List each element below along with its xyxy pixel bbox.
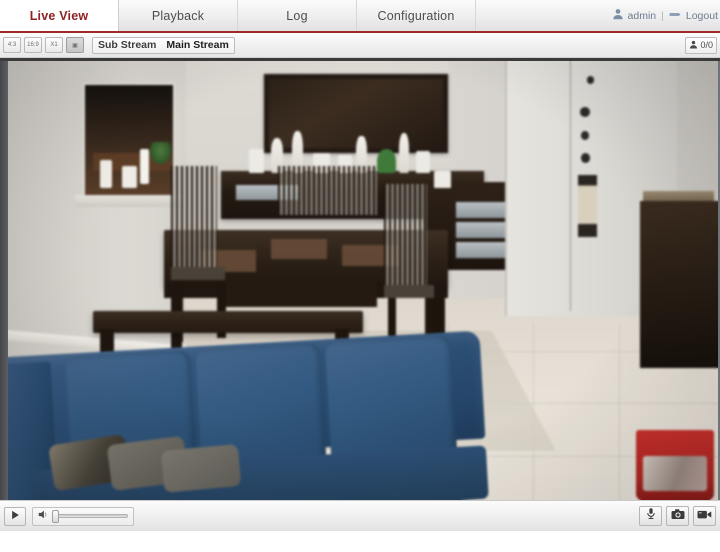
tab-log[interactable]: Log: [238, 0, 357, 31]
tab-live-view-label: Live View: [29, 8, 89, 23]
tab-playback-label: Playback: [151, 8, 205, 23]
dining-chair-seat-left: [171, 267, 225, 281]
speaker-icon[interactable]: [38, 507, 49, 525]
tab-playback[interactable]: Playback: [119, 0, 238, 31]
account-separator: |: [661, 9, 664, 22]
user-icon: [612, 8, 624, 23]
top-navigation-bar: Live View Playback Log Configuration adm…: [0, 0, 720, 33]
throw-pillow-grey: [161, 444, 242, 494]
camera-scene: [8, 61, 718, 500]
main-stream-button[interactable]: Main Stream: [161, 38, 233, 53]
video-frame-top-edge: [0, 58, 720, 61]
basket-contents: [643, 456, 708, 492]
dining-chair-back-far: [277, 166, 378, 215]
sideboard-item: [434, 170, 452, 189]
volume-control[interactable]: [32, 506, 134, 526]
dark-cabinet: [639, 201, 718, 369]
aspect-x1-label: X1: [50, 42, 58, 48]
dining-chair-back-right: [384, 183, 427, 290]
nav-spacer: [476, 0, 612, 31]
volume-slider-thumb[interactable]: [52, 510, 59, 523]
logout-label[interactable]: Logout: [686, 10, 718, 22]
toolbar-right-group: 0/0: [685, 36, 717, 54]
viewer-count-value: 0/0: [700, 40, 713, 50]
sideboard-bottle: [398, 133, 410, 173]
sideboard-item: [249, 148, 264, 173]
live-view-page: Live View Playback Log Configuration adm…: [0, 0, 720, 552]
current-user-label: admin: [627, 9, 657, 22]
counter-item: [121, 166, 138, 189]
counter-plant: [150, 142, 172, 165]
sub-stream-button[interactable]: Sub Stream: [93, 38, 161, 53]
account-area: admin | Logout: [611, 0, 720, 31]
tab-log-label: Log: [286, 8, 308, 23]
floor-tile-line: [618, 324, 620, 500]
aspect-fit-button[interactable]: ▣: [66, 37, 84, 53]
dining-chair-seat-right: [384, 284, 434, 299]
stream-selector: Sub Stream Main Stream: [92, 36, 235, 54]
door-latch-icon: [586, 76, 595, 84]
tab-live-view[interactable]: Live View: [0, 0, 119, 31]
table-stretcher: [221, 280, 378, 307]
viewer-count-button[interactable]: 0/0: [685, 36, 717, 54]
stream-toolbar: 4:3 16:9 X1 ▣ Sub Stream Main Stream 0/0: [0, 33, 720, 58]
nav-tabs: Live View Playback Log Configuration: [0, 0, 476, 31]
tab-configuration-label: Configuration: [377, 8, 455, 23]
aspect-16-9-label: 16:9: [27, 42, 39, 48]
camera-icon: [671, 507, 685, 525]
dining-chair-back-left: [171, 166, 218, 272]
logout-icon[interactable]: [669, 9, 682, 23]
snapshot-button[interactable]: [666, 506, 689, 526]
placemat: [270, 238, 328, 259]
door-seam: [570, 61, 572, 312]
pass-through-sill: [75, 194, 182, 208]
aspect-fit-icon: ▣: [72, 42, 78, 49]
door-knob: [580, 153, 591, 163]
video-viewport[interactable]: [0, 58, 720, 500]
tab-configuration[interactable]: Configuration: [357, 0, 476, 31]
door-hanging-decoration: [578, 175, 597, 237]
counter-bottle: [100, 159, 112, 189]
sectional-sofa: [8, 320, 489, 500]
aspect-x1-button[interactable]: X1: [45, 37, 63, 53]
sideboard-plant: [377, 148, 396, 173]
record-button[interactable]: [693, 506, 716, 526]
user-count-icon: [689, 40, 698, 51]
door-knob: [580, 107, 591, 117]
video-left-edge: [0, 58, 8, 500]
play-icon: [11, 507, 20, 525]
microphone-icon: [645, 507, 657, 525]
microphone-button[interactable]: [639, 506, 662, 526]
volume-slider-track[interactable]: [52, 510, 128, 523]
playback-control-bar: [0, 500, 720, 531]
media-action-buttons: [639, 506, 716, 526]
aspect-4-3-label: 4:3: [7, 42, 17, 48]
aspect-16-9-button[interactable]: 16:9: [24, 37, 42, 53]
record-icon: [697, 507, 712, 525]
aspect-4-3-button[interactable]: 4:3: [3, 37, 21, 53]
counter-tall-bottle: [140, 148, 150, 184]
play-button[interactable]: [4, 506, 26, 526]
sideboard-item: [416, 150, 431, 173]
